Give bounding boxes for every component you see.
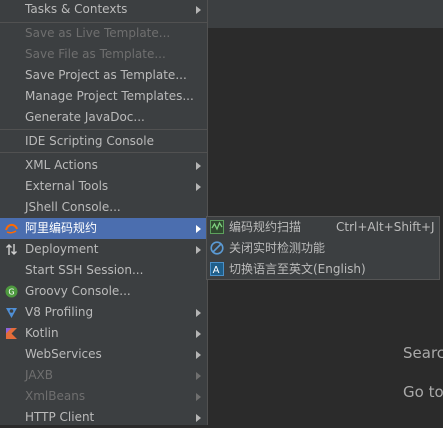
menu-item-label: Start SSH Session... (25, 263, 144, 277)
menu-item-start-ssh-session[interactable]: Start SSH Session... (0, 260, 207, 281)
svg-text:G: G (8, 288, 14, 297)
menu-item-xml-actions[interactable]: XML Actions (0, 155, 207, 176)
editor-hint-search: Searc (403, 344, 443, 362)
menu-item-label: Tasks & Contexts (25, 2, 128, 16)
alibaba-submenu: 编码规约扫描 Ctrl+Alt+Shift+J 关闭实时检测功能 A 切换语言至… (206, 216, 440, 280)
menu-item-save-live-template[interactable]: Save as Live Template... (0, 23, 207, 44)
submenu-item-scan[interactable]: 编码规约扫描 Ctrl+Alt+Shift+J (207, 217, 439, 238)
menu-item-label: HTTP Client (25, 410, 95, 424)
menu-item-jaxb[interactable]: JAXB (0, 365, 207, 386)
menu-item-label: 阿里编码规约 (25, 221, 98, 235)
menu-item-label: Save Project as Template... (25, 68, 187, 82)
deployment-icon (6, 244, 17, 255)
menu-item-jshell-console[interactable]: JShell Console... (0, 197, 207, 218)
menu-item-label: External Tools (25, 179, 109, 193)
menu-item-generate-javadoc[interactable]: Generate JavaDoc... (0, 107, 207, 128)
menu-item-label: Groovy Console... (25, 284, 131, 298)
menu-item-manage-project-templates[interactable]: Manage Project Templates... (0, 86, 207, 107)
menu-item-groovy-console[interactable]: G Groovy Console... (0, 281, 207, 302)
menu-item-label: WebServices (25, 347, 102, 361)
svg-text:A: A (213, 265, 220, 276)
menu-separator (0, 152, 207, 153)
menu-item-alibaba-coding[interactable]: 阿里编码规约 (0, 218, 207, 239)
submenu-item-switch-language[interactable]: A 切换语言至英文(English) (207, 259, 439, 280)
submenu-arrow-icon (196, 225, 201, 233)
menu-item-v8-profiling[interactable]: V8 Profiling (0, 302, 207, 323)
menu-item-label: IDE Scripting Console (25, 134, 154, 148)
shortcut-label: Ctrl+Alt+Shift+J (336, 220, 435, 234)
submenu-arrow-icon (196, 246, 201, 254)
menu-separator (0, 129, 207, 130)
menu-item-label: JShell Console... (25, 200, 121, 214)
submenu-arrow-icon (196, 309, 201, 317)
language-icon: A (210, 262, 224, 276)
submenu-arrow-icon (196, 330, 201, 338)
submenu-arrow-icon (196, 6, 201, 14)
menu-item-label: Generate JavaDoc... (25, 110, 145, 124)
menu-item-ide-scripting-console[interactable]: IDE Scripting Console (0, 131, 207, 152)
submenu-arrow-icon (196, 393, 201, 401)
kotlin-icon (6, 328, 17, 339)
menu-item-label: Kotlin (25, 326, 59, 340)
menu-item-xmlbeans[interactable]: XmlBeans (0, 386, 207, 407)
menu-item-webservices[interactable]: WebServices (0, 344, 207, 365)
menu-item-label: Deployment (25, 242, 99, 256)
tools-menu: Tasks & Contexts Save as Live Template..… (0, 0, 208, 425)
submenu-item-label: 编码规约扫描 (229, 220, 302, 234)
submenu-arrow-icon (196, 162, 201, 170)
menu-item-label: Manage Project Templates... (25, 89, 194, 103)
submenu-arrow-icon (196, 351, 201, 359)
scan-icon (210, 220, 224, 234)
alibaba-icon (5, 223, 18, 234)
disable-icon (210, 241, 224, 255)
menu-item-deployment[interactable]: Deployment (0, 239, 207, 260)
menu-item-label: Save File as Template... (25, 47, 166, 61)
menu-item-external-tools[interactable]: External Tools (0, 176, 207, 197)
submenu-arrow-icon (196, 414, 201, 422)
menu-item-label: Save as Live Template... (25, 26, 171, 40)
submenu-arrow-icon (196, 183, 201, 191)
menu-item-label: JAXB (25, 368, 53, 382)
menu-item-label: XML Actions (25, 158, 98, 172)
submenu-item-label: 切换语言至英文(English) (229, 262, 366, 276)
menu-item-save-file-template[interactable]: Save File as Template... (0, 44, 207, 65)
v8-icon (6, 308, 17, 318)
menu-item-label: XmlBeans (25, 389, 86, 403)
submenu-item-close-realtime[interactable]: 关闭实时检测功能 (207, 238, 439, 259)
submenu-item-label: 关闭实时检测功能 (229, 241, 326, 255)
menu-item-tasks-contexts[interactable]: Tasks & Contexts (0, 0, 207, 20)
menu-item-kotlin[interactable]: Kotlin (0, 323, 207, 344)
editor-hint-goto: Go to (403, 383, 443, 401)
menu-item-label: V8 Profiling (25, 305, 94, 319)
groovy-icon: G (5, 285, 18, 298)
submenu-arrow-icon (196, 372, 201, 380)
menu-item-save-project-template[interactable]: Save Project as Template... (0, 65, 207, 86)
